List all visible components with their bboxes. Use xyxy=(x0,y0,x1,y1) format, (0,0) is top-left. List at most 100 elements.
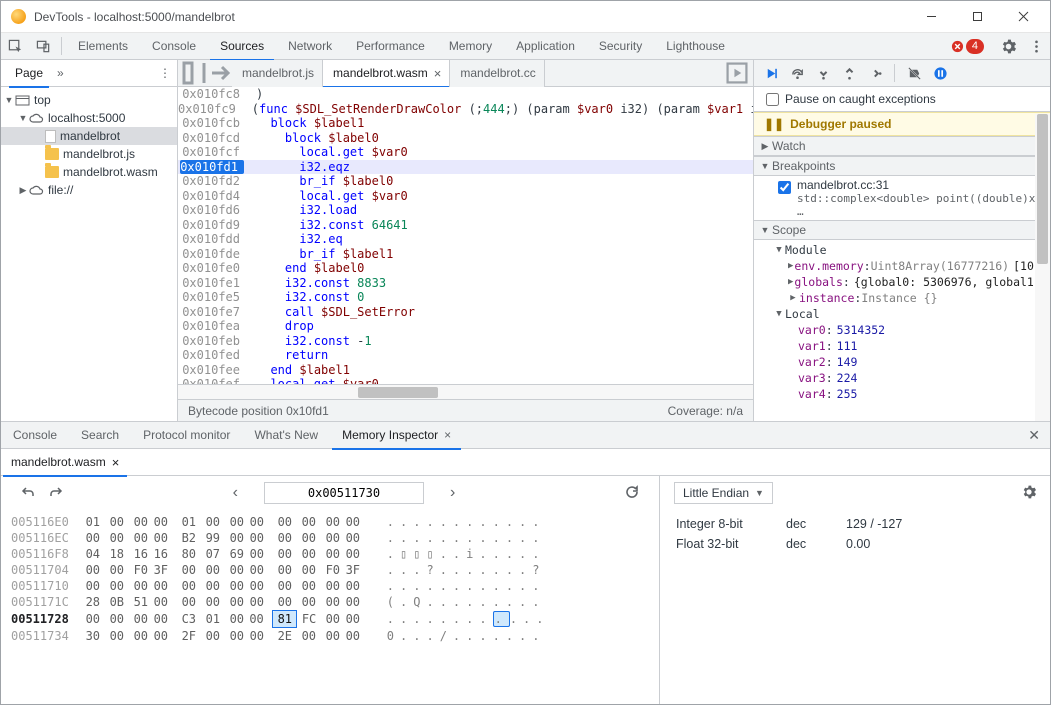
step-out-icon[interactable] xyxy=(838,62,860,84)
pause-on-caught-row[interactable]: Pause on caught exceptions xyxy=(754,87,1050,112)
file-icon xyxy=(45,130,56,143)
device-toolbar-icon[interactable] xyxy=(29,33,57,59)
window-titlebar: DevTools - localhost:5000/mandelbrot xyxy=(1,1,1050,33)
settings-gear-icon[interactable] xyxy=(994,33,1022,59)
deactivate-breakpoints-icon[interactable] xyxy=(903,62,925,84)
breakpoint-checkbox[interactable] xyxy=(778,181,791,194)
memory-subtabstrip: mandelbrot.wasm× xyxy=(1,449,1050,476)
drawer-tab-search[interactable]: Search xyxy=(69,422,131,449)
resume-icon[interactable] xyxy=(760,62,782,84)
main-tab-console[interactable]: Console xyxy=(140,33,208,60)
window-maximize-button[interactable] xyxy=(954,2,1000,32)
main-tab-application[interactable]: Application xyxy=(504,33,587,60)
editor-h-scrollbar[interactable] xyxy=(178,384,753,399)
run-snippet-icon[interactable] xyxy=(725,61,749,85)
file-tab[interactable]: mandelbrot.cc xyxy=(450,60,544,87)
memory-subtab-wasm[interactable]: mandelbrot.wasm× xyxy=(1,449,129,476)
main-tab-performance[interactable]: Performance xyxy=(344,33,437,60)
main-tab-lighthouse[interactable]: Lighthouse xyxy=(654,33,737,60)
scope-module[interactable]: ▼Module xyxy=(754,242,1050,258)
refresh-icon[interactable] xyxy=(625,485,639,502)
navigator-tab-page[interactable]: Page xyxy=(7,60,51,87)
tree-file-scheme[interactable]: ▶ file:// xyxy=(1,181,177,199)
drawer-tab-what-s-new[interactable]: What's New xyxy=(242,422,330,449)
pause-on-caught-checkbox[interactable] xyxy=(766,93,779,106)
drawer-tab-protocol-monitor[interactable]: Protocol monitor xyxy=(131,422,242,449)
breakpoint-detail: std::complex<double> point((double)x … xyxy=(797,192,1042,218)
value-settings-icon[interactable] xyxy=(1022,485,1036,502)
history-back-icon[interactable] xyxy=(182,61,206,85)
step-icon[interactable] xyxy=(864,62,886,84)
hex-toolbar: ‹ › xyxy=(1,476,659,510)
step-over-icon[interactable] xyxy=(786,62,808,84)
file-tree[interactable]: ▼ top ▼ localhost:5000 mandelbrot mandel… xyxy=(1,87,177,421)
drawer: ConsoleSearchProtocol monitorWhat's NewM… xyxy=(1,421,1050,704)
error-counter[interactable]: 4 xyxy=(951,39,990,54)
close-icon[interactable]: × xyxy=(434,67,442,80)
debugger-body: ❚❚ Debugger paused ▶Watch ▼Breakpoints m… xyxy=(754,112,1050,421)
scope-instance[interactable]: ▶instance: Instance {} xyxy=(754,290,1050,306)
endian-select[interactable]: Little Endian▼ xyxy=(674,482,773,504)
tree-host[interactable]: ▼ localhost:5000 xyxy=(1,109,177,127)
navigator-tabstrip: Page » ⋮ xyxy=(1,60,177,87)
info-icon: ❚❚ xyxy=(764,117,784,131)
inspect-element-icon[interactable] xyxy=(1,33,29,59)
redo-icon[interactable] xyxy=(49,485,63,502)
address-input[interactable] xyxy=(264,482,424,504)
script-icon xyxy=(45,148,59,160)
cloud-icon xyxy=(29,185,44,196)
status-left: Bytecode position 0x10fd1 xyxy=(188,404,329,418)
window-minimize-button[interactable] xyxy=(908,2,954,32)
window-title: DevTools - localhost:5000/mandelbrot xyxy=(34,10,908,24)
close-icon[interactable]: × xyxy=(112,455,120,470)
more-options-icon[interactable] xyxy=(1022,33,1050,59)
sidebar-v-scrollbar[interactable] xyxy=(1035,114,1050,421)
section-scope[interactable]: ▼Scope xyxy=(754,220,1050,240)
window-close-button[interactable] xyxy=(1000,2,1046,32)
close-icon[interactable]: × xyxy=(444,428,451,442)
tree-file-mandelbrot-wasm[interactable]: mandelbrot.wasm xyxy=(1,163,177,181)
value-interpreter: Little Endian▼ Integer 8-bitdec129 / -12… xyxy=(660,476,1050,704)
scope-var[interactable]: var2: 149 xyxy=(754,354,1050,370)
debugger-paused-banner: ❚❚ Debugger paused xyxy=(754,112,1050,136)
scope-local[interactable]: ▼Local xyxy=(754,306,1050,322)
scope-env-memory[interactable]: ▶env.memory: Uint8Array(16777216) [101, … xyxy=(754,258,1050,274)
main-tab-elements[interactable]: Elements xyxy=(66,33,140,60)
drawer-close-icon[interactable]: ✕ xyxy=(1024,427,1044,444)
file-tab[interactable]: mandelbrot.wasm× xyxy=(323,60,450,87)
main-panel-tabs: ElementsConsoleSourcesNetworkPerformance… xyxy=(1,33,1050,60)
tree-file-mandelbrot[interactable]: mandelbrot xyxy=(1,127,177,145)
scope-globals[interactable]: ▶globals: {global0: 5306976, global1: 65… xyxy=(754,274,1050,290)
step-into-icon[interactable] xyxy=(812,62,834,84)
scope-var[interactable]: var4: 255 xyxy=(754,386,1050,402)
code-view[interactable]: 0x010fc8)0x010fc9(func $SDL_SetRenderDra… xyxy=(178,87,753,384)
navigator-more-tabs-icon[interactable]: » xyxy=(57,66,64,80)
undo-icon[interactable] xyxy=(21,485,35,502)
navigator-menu-icon[interactable]: ⋮ xyxy=(159,66,171,80)
file-tab[interactable]: mandelbrot.js xyxy=(232,60,323,87)
addr-prev-icon[interactable]: ‹ xyxy=(225,482,246,504)
section-watch[interactable]: ▶Watch xyxy=(754,136,1050,156)
addr-next-icon[interactable]: › xyxy=(442,482,463,504)
breakpoint-item[interactable]: mandelbrot.cc:31 std::complex<double> po… xyxy=(754,176,1050,220)
tree-top[interactable]: ▼ top xyxy=(1,91,177,109)
pause-on-exceptions-icon[interactable] xyxy=(929,62,951,84)
main-tab-security[interactable]: Security xyxy=(587,33,654,60)
drawer-tab-console[interactable]: Console xyxy=(1,422,69,449)
pause-on-caught-label: Pause on caught exceptions xyxy=(785,92,936,106)
editor-statusbar: Bytecode position 0x10fd1 Coverage: n/a xyxy=(178,399,753,421)
scope-var[interactable]: var1: 111 xyxy=(754,338,1050,354)
tree-file-mandelbrot-js[interactable]: mandelbrot.js xyxy=(1,145,177,163)
value-row: Float 32-bitdec0.00 xyxy=(676,534,1034,554)
main-tab-network[interactable]: Network xyxy=(276,33,344,60)
history-fwd-icon[interactable] xyxy=(208,61,232,85)
drawer-tab-memory-inspector[interactable]: Memory Inspector× xyxy=(330,422,463,449)
hex-content[interactable]: 005116E0010000000100000000000000........… xyxy=(1,510,659,704)
scope-var[interactable]: var3: 224 xyxy=(754,370,1050,386)
main-tab-sources[interactable]: Sources xyxy=(208,33,276,60)
section-breakpoints[interactable]: ▼Breakpoints xyxy=(754,156,1050,176)
scope-var[interactable]: var0: 5314352 xyxy=(754,322,1050,338)
error-count-badge: 4 xyxy=(966,39,984,54)
value-table: Integer 8-bitdec129 / -127Float 32-bitde… xyxy=(660,510,1050,558)
main-tab-memory[interactable]: Memory xyxy=(437,33,504,60)
